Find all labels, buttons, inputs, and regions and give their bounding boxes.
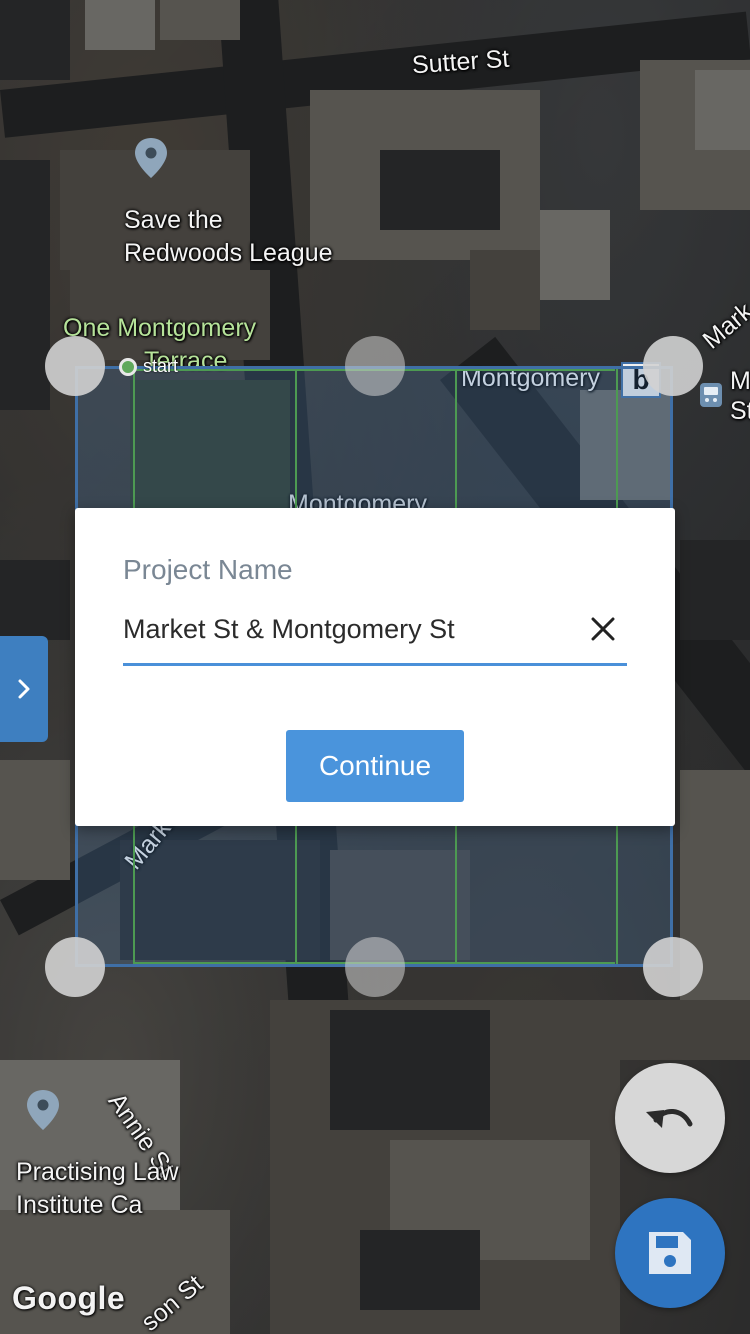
map-label-save-redwoods: Save the: [124, 206, 223, 234]
resize-handle-bottom[interactable]: [345, 937, 405, 997]
resize-handle-bottom-left[interactable]: [45, 937, 105, 997]
map-label-edge-2: St: [730, 397, 750, 425]
transit-icon: [700, 383, 722, 407]
close-icon: [591, 617, 615, 641]
map-label-save-redwoods-2: Redwoods League: [124, 239, 333, 267]
project-name-label: Project Name: [123, 554, 293, 585]
map-pin-icon: [135, 138, 167, 178]
save-button[interactable]: [615, 1198, 725, 1308]
start-label: start: [143, 356, 179, 376]
floppy-disk-icon: [649, 1232, 691, 1274]
google-attribution-logo: Google: [12, 1280, 126, 1316]
project-name-dialog: Project Name Continue: [75, 508, 675, 826]
input-underline: [123, 663, 627, 666]
chevron-right-icon: [18, 679, 30, 699]
start-marker: start: [119, 356, 178, 377]
app-root: Sutter St Save the Redwoods League One M…: [0, 0, 750, 1334]
resize-handle-top-right[interactable]: [643, 336, 703, 396]
resize-handle-top-left[interactable]: [45, 336, 105, 396]
map-label-practising-law-2: Institute Ca: [16, 1191, 143, 1219]
start-dot-icon: [119, 357, 137, 376]
map-label-practising-law: Practising Law: [16, 1158, 179, 1186]
map-label-one-montgomery: One Montgomery: [63, 314, 257, 342]
clear-input-button[interactable]: [580, 606, 626, 652]
resize-handle-bottom-right[interactable]: [643, 937, 703, 997]
undo-button[interactable]: [615, 1063, 725, 1173]
map-label-sutter-st: Sutter St: [411, 44, 511, 80]
project-name-input[interactable]: [123, 606, 578, 652]
resize-handle-top[interactable]: [345, 336, 405, 396]
continue-button[interactable]: Continue: [286, 730, 464, 802]
undo-icon: [646, 1109, 693, 1128]
side-drawer-toggle[interactable]: [0, 636, 48, 742]
map-label-edge: M: [730, 367, 750, 395]
map-pin-icon: [27, 1090, 59, 1130]
